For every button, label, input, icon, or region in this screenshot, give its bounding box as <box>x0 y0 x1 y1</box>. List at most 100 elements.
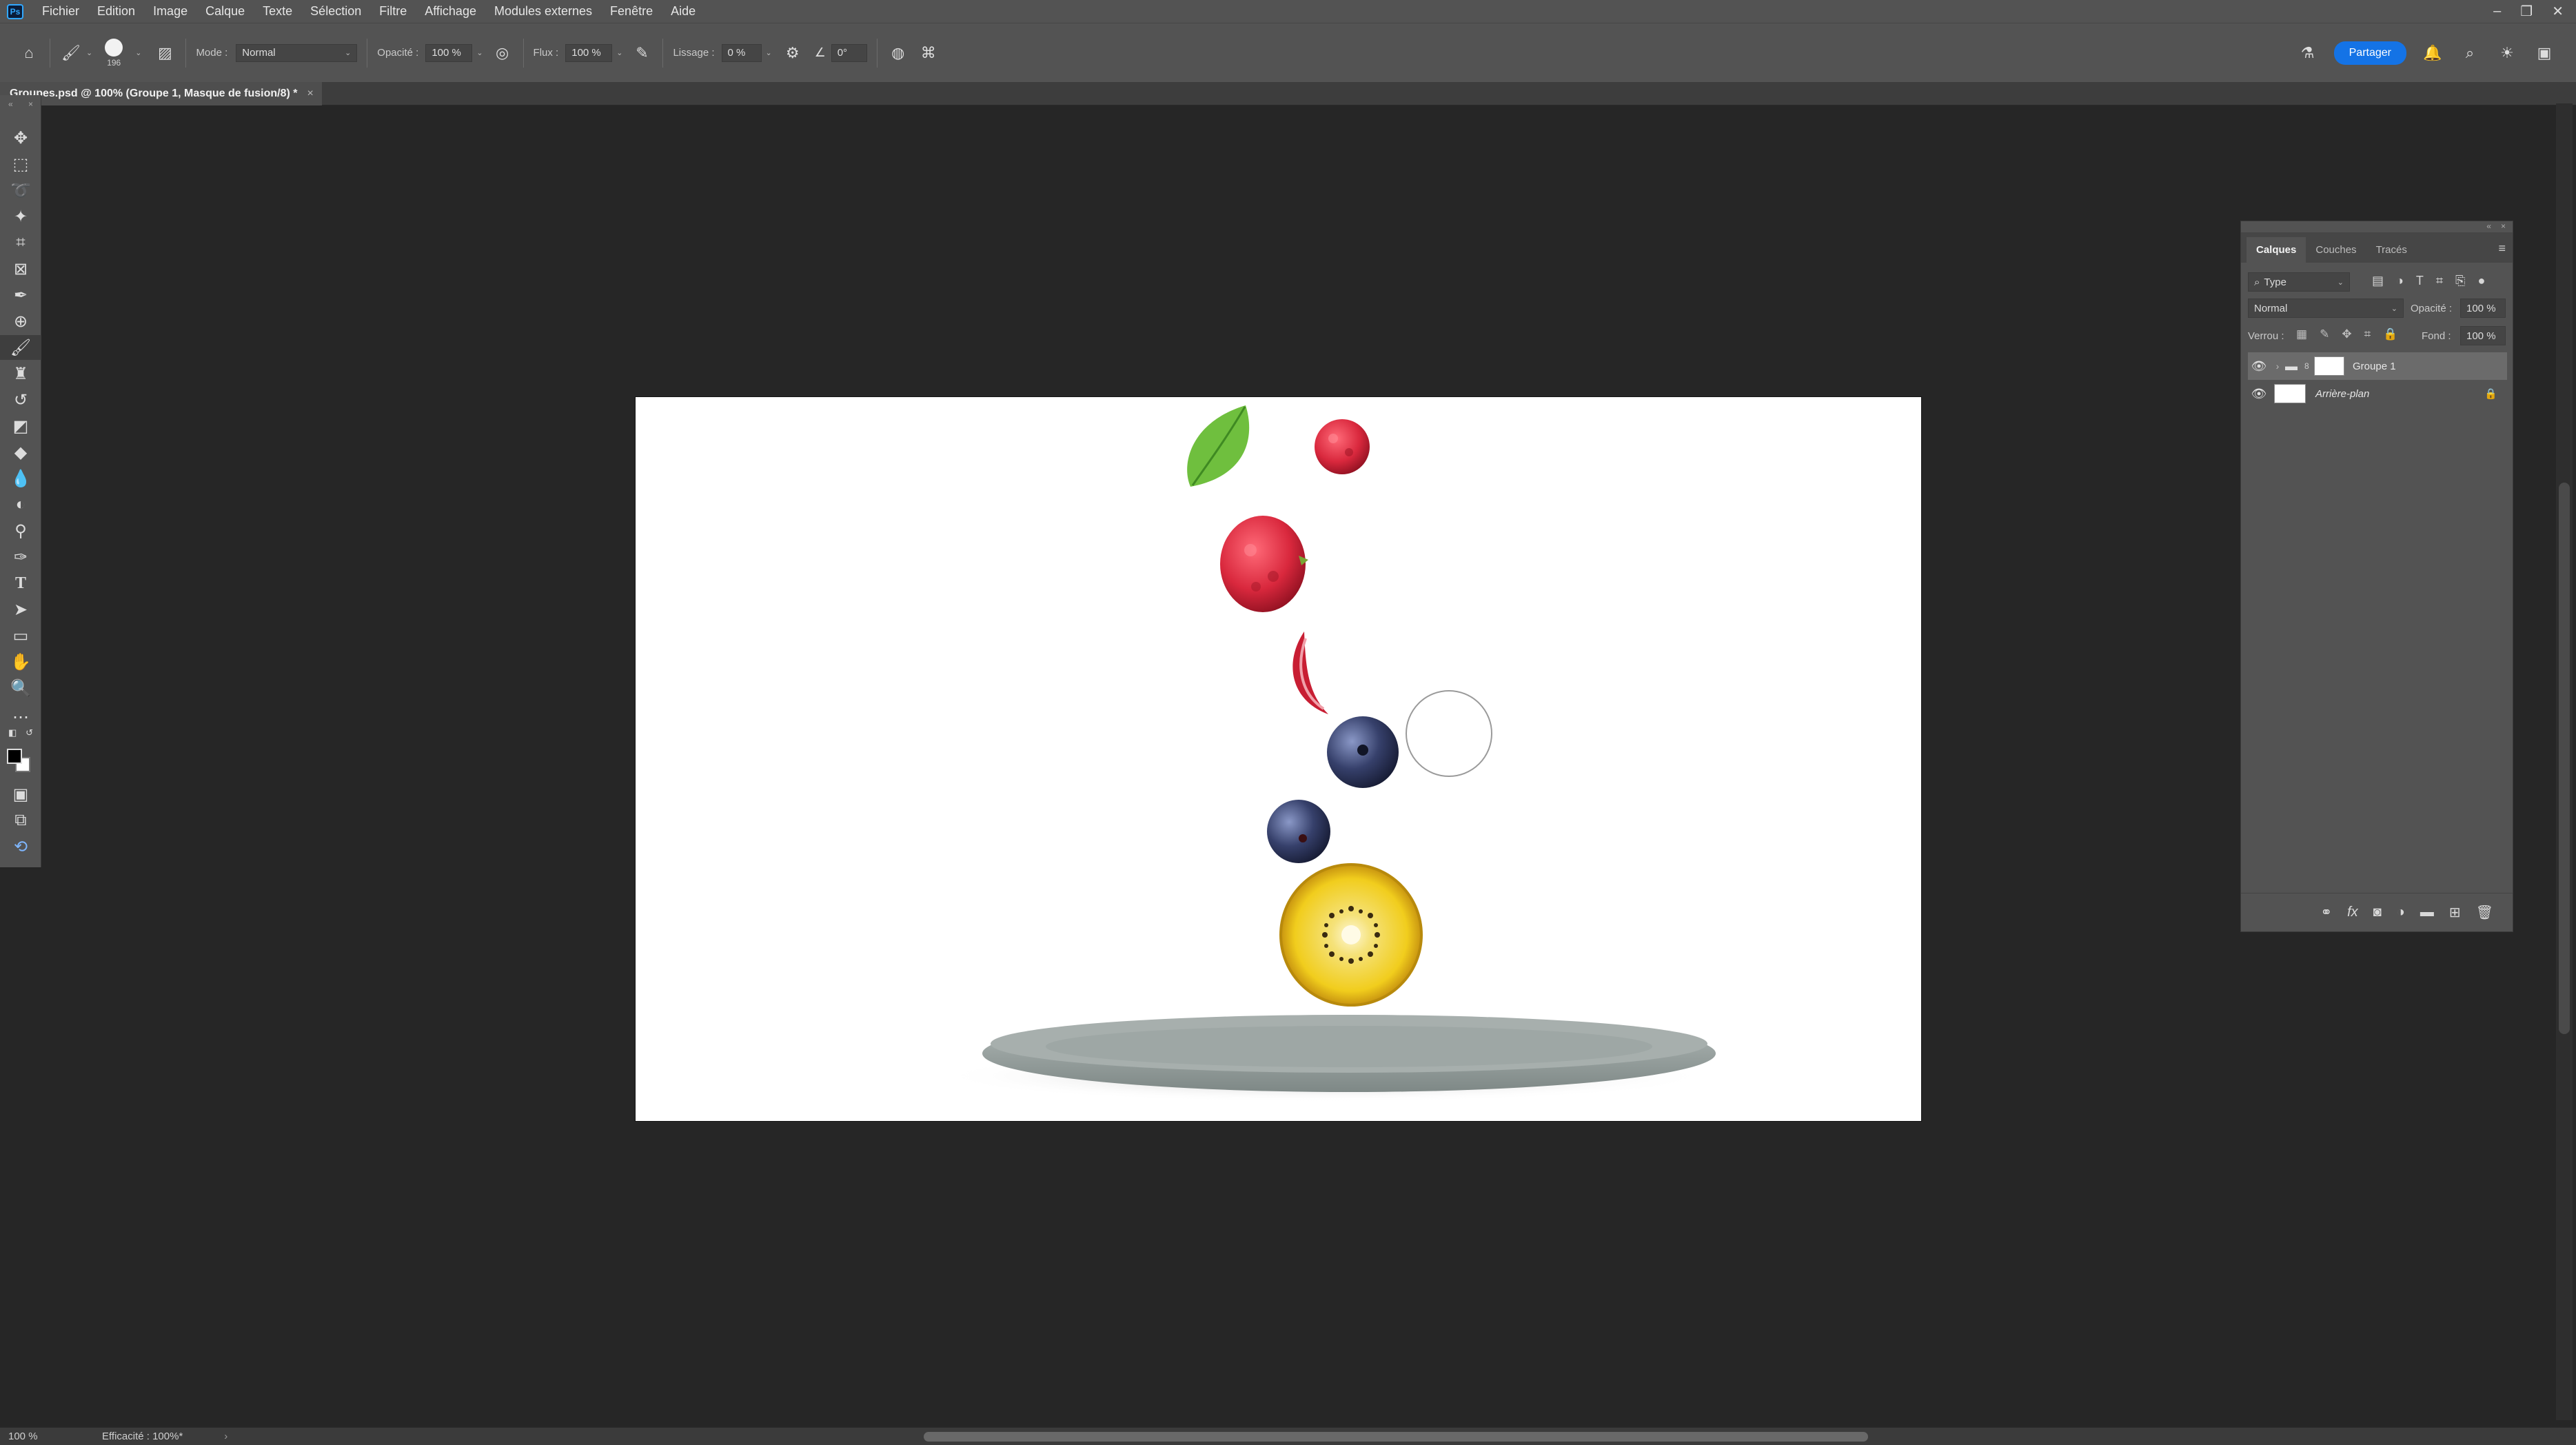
horizontal-scrollbar[interactable] <box>924 1432 1868 1442</box>
blend-mode-select[interactable]: Normal ⌄ <box>2248 299 2404 318</box>
quick-mask-icon[interactable]: ▣ <box>0 782 41 807</box>
chevron-down-icon[interactable]: ⌄ <box>476 48 483 57</box>
zoom-tool-icon[interactable]: 🔍 <box>0 676 41 700</box>
zoom-level[interactable]: 100 % <box>8 1431 70 1442</box>
swap-icon[interactable]: ↺ <box>26 727 33 738</box>
history-brush-tool-icon[interactable]: ↺ <box>0 387 41 412</box>
brush-preset-picker[interactable]: 196 <box>105 38 123 68</box>
marquee-tool-icon[interactable]: ⬚ <box>0 152 41 176</box>
tab-couches[interactable]: Couches <box>2306 244 2366 263</box>
brush-tool-icon[interactable]: 🖌 <box>60 42 82 64</box>
panel-menu-icon[interactable]: ≡ <box>2498 241 2506 263</box>
lasso-tool-icon[interactable]: ➰ <box>0 178 41 203</box>
lock-transparency-icon[interactable]: ▦ <box>2296 327 2307 341</box>
filter-adjustment-icon[interactable]: ◑ <box>2396 274 2404 288</box>
status-arrow-icon[interactable]: › <box>224 1431 227 1442</box>
restore-icon[interactable]: ❐ <box>2520 3 2533 20</box>
menu-modules-externes[interactable]: Modules externes <box>485 0 601 23</box>
eyedropper-tool-icon[interactable]: ✒ <box>0 283 41 307</box>
bell-icon[interactable]: 🔔 <box>2422 42 2444 64</box>
document-tab[interactable]: Groupes.psd @ 100% (Groupe 1, Masque de … <box>0 82 322 105</box>
frame-tool-icon[interactable]: ⊠ <box>0 256 41 281</box>
screen-mode-icon[interactable]: ⧉ <box>0 808 41 833</box>
lock-position-icon[interactable]: ✥ <box>2342 327 2351 341</box>
minimize-icon[interactable]: – <box>2493 3 2501 19</box>
pressure-opacity-icon[interactable]: ◎ <box>491 42 514 64</box>
path-selection-tool-icon[interactable]: ➤ <box>0 597 41 622</box>
crop-tool-icon[interactable]: ⌗ <box>0 230 41 255</box>
menu-fichier[interactable]: Fichier <box>33 0 88 23</box>
layer-row-arriere-plan[interactable]: 👁 Arrière-plan 🔒 <box>2248 380 2507 407</box>
chevron-down-icon[interactable]: ⌄ <box>86 48 92 57</box>
move-tool-icon[interactable]: ✥ <box>0 125 41 150</box>
paint-bucket-tool-icon[interactable]: ◆ <box>0 440 41 465</box>
eye-icon[interactable]: 👁 <box>2248 359 2270 374</box>
adjustment-layer-icon[interactable]: ◑ <box>2397 905 2405 920</box>
filter-shape-icon[interactable]: ⌗ <box>2436 274 2443 288</box>
close-icon[interactable]: × <box>28 99 33 109</box>
menu-texte[interactable]: Texte <box>254 0 301 23</box>
foreground-color-swatch[interactable] <box>7 749 22 764</box>
toolbar-header[interactable]: «× <box>0 98 41 110</box>
pressure-size-icon[interactable]: ◍ <box>887 42 909 64</box>
filter-smartobject-icon[interactable]: ⎘ <box>2455 274 2465 288</box>
home-icon[interactable]: ⌂ <box>18 42 40 64</box>
layer-filter-select[interactable]: ⌕ Type ⌄ <box>2248 272 2350 292</box>
clone-stamp-tool-icon[interactable]: ♜ <box>0 361 41 386</box>
dodge-tool-icon[interactable]: ◐ <box>0 492 41 517</box>
share-button[interactable]: Partager <box>2333 41 2406 65</box>
link-layers-icon[interactable]: ⚭ <box>2320 904 2332 921</box>
layer-name-arriere-plan[interactable]: Arrière-plan <box>2315 388 2369 400</box>
filter-type-icon[interactable]: T <box>2416 274 2424 288</box>
new-group-icon[interactable]: ▬ <box>2420 905 2434 920</box>
menu-aide[interactable]: Aide <box>662 0 704 23</box>
menu-calque[interactable]: Calque <box>196 0 254 23</box>
eraser-tool-icon[interactable]: ◩ <box>0 414 41 438</box>
layer-mask-thumbnail[interactable] <box>2314 356 2344 376</box>
trash-icon[interactable]: 🗑 <box>2476 904 2493 921</box>
menu-fenetre[interactable]: Fenêtre <box>601 0 662 23</box>
angle-input[interactable]: 0° <box>831 43 867 62</box>
add-mask-icon[interactable]: ◙ <box>2373 905 2382 920</box>
vertical-scrollbar[interactable] <box>2559 483 2570 1034</box>
eye-icon[interactable]: 👁 <box>2248 387 2270 401</box>
gear-icon[interactable]: ⚙ <box>782 42 804 64</box>
filter-toggle-icon[interactable]: ● <box>2477 274 2485 288</box>
hand-tool-icon[interactable]: ✋ <box>0 649 41 674</box>
brush-settings-icon[interactable]: ▨ <box>154 42 176 64</box>
expand-chevron-icon[interactable]: › <box>2270 361 2285 372</box>
beaker-icon[interactable]: ⚗ <box>2297 42 2319 64</box>
close-icon[interactable]: × <box>2501 221 2506 231</box>
collapse-icon[interactable]: « <box>8 99 13 109</box>
layer-row-groupe-1[interactable]: 👁 › ▬ 8 Groupe 1 <box>2248 352 2507 380</box>
rectangle-tool-icon[interactable]: ▭ <box>0 623 41 648</box>
discover-icon[interactable]: ☀ <box>2496 42 2518 64</box>
magic-wand-tool-icon[interactable]: ✦ <box>0 204 41 229</box>
menu-edition[interactable]: Edition <box>88 0 144 23</box>
chevron-down-icon[interactable]: ⌄ <box>766 48 772 57</box>
airbrush-icon[interactable]: ✎ <box>631 42 653 64</box>
tab-traces[interactable]: Tracés <box>2366 244 2417 263</box>
collapse-icon[interactable]: « <box>2486 221 2491 231</box>
close-window-icon[interactable]: ✕ <box>2552 3 2564 20</box>
healing-brush-tool-icon[interactable]: ⊕ <box>0 309 41 334</box>
swap-colors-icon[interactable]: ◧ ↺ <box>0 727 41 739</box>
new-layer-icon[interactable]: ⊞ <box>2449 904 2461 921</box>
link-icon[interactable]: 8 <box>2304 361 2314 371</box>
lock-all-icon[interactable]: 🔒 <box>2383 327 2397 341</box>
generative-icon[interactable]: ⟲ <box>0 834 41 859</box>
zoom-brush-tool-icon[interactable]: ⚲ <box>0 518 41 543</box>
layer-opacity-input[interactable]: 100 % <box>2460 299 2506 318</box>
brush-tool-icon[interactable]: 🖌 <box>0 335 41 360</box>
tab-calques[interactable]: Calques <box>2247 237 2306 263</box>
pen-tool-icon[interactable]: ✑ <box>0 545 41 569</box>
close-tab-icon[interactable]: × <box>307 88 313 100</box>
layer-name-groupe-1[interactable]: Groupe 1 <box>2353 361 2396 372</box>
search-icon[interactable]: ⌕ <box>2459 42 2481 64</box>
menu-selection[interactable]: Sélection <box>301 0 370 23</box>
opacity-input[interactable]: 100 % <box>425 43 473 62</box>
menu-image[interactable]: Image <box>144 0 196 23</box>
default-colors-icon[interactable]: ◧ <box>8 727 17 738</box>
type-tool-icon[interactable]: T <box>0 571 41 596</box>
lock-pixels-icon[interactable]: ✎ <box>2320 327 2329 341</box>
